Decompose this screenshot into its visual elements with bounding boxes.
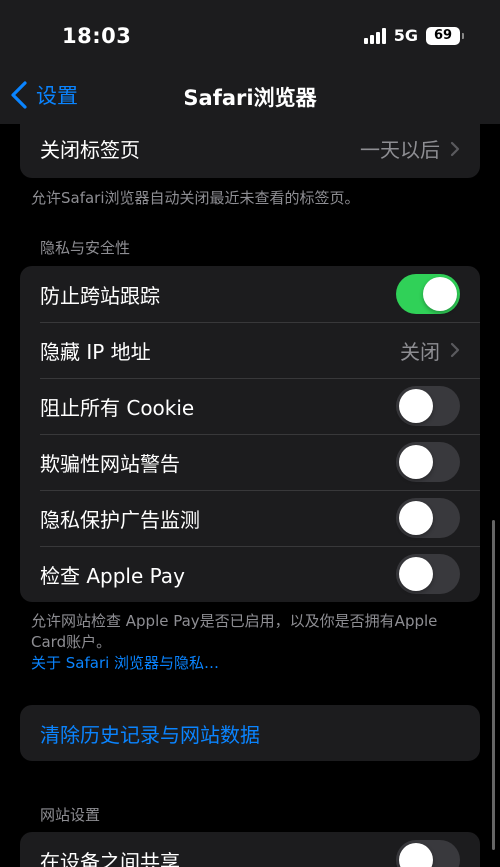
ad-measurement-row: 隐私保护广告监测 (20, 490, 480, 546)
apple-pay-toggle[interactable] (396, 554, 460, 594)
fraud-warning-row: 欺骗性网站警告 (20, 434, 480, 490)
privacy-footnote: 允许网站检查 Apple Pay是否已启用，以及你是否拥有Apple Card账… (31, 611, 461, 674)
prevent-tracking-toggle[interactable] (396, 274, 460, 314)
website-settings-group: 在设备之间共享 (20, 832, 480, 867)
navigation-header: 18:03 5G 69 设置 Safari浏览器 (0, 0, 500, 124)
prevent-tracking-row: 防止跨站跟踪 (20, 266, 480, 322)
hide-ip-label: 隐藏 IP 地址 (40, 339, 151, 364)
hide-ip-row[interactable]: 隐藏 IP 地址 关闭 (20, 322, 480, 378)
chevron-right-icon (450, 141, 460, 156)
battery-icon: 69 (426, 26, 464, 45)
privacy-settings-group: 防止跨站跟踪 隐藏 IP 地址 关闭 阻止所有 Cookie 欺骗性网站警告 隐… (20, 266, 480, 602)
fraud-warning-toggle[interactable] (396, 442, 460, 482)
apple-pay-row: 检查 Apple Pay (20, 546, 480, 602)
network-type: 5G (393, 26, 418, 45)
close-tabs-value: 一天以后 (360, 138, 440, 162)
status-time: 18:03 (62, 24, 132, 48)
fraud-warning-label: 欺骗性网站警告 (40, 451, 180, 476)
share-devices-label: 在设备之间共享 (40, 849, 180, 867)
hide-ip-value: 关闭 (400, 339, 440, 364)
privacy-section-header: 隐私与安全性 (40, 239, 131, 257)
ad-measurement-toggle[interactable] (396, 498, 460, 538)
scrollbar[interactable] (492, 520, 495, 850)
ad-measurement-label: 隐私保护广告监测 (40, 507, 200, 532)
battery-level: 69 (433, 28, 453, 43)
privacy-info-link[interactable]: 关于 Safari 浏览器与隐私… (31, 653, 461, 674)
clear-history-label: 清除历史记录与网站数据 (40, 722, 260, 747)
tabs-footnote: 允许Safari浏览器自动关闭最近未查看的标签页。 (31, 189, 360, 207)
block-cookies-toggle[interactable] (396, 386, 460, 426)
cellular-signal-icon (363, 27, 386, 44)
website-settings-header: 网站设置 (40, 806, 101, 824)
block-cookies-row: 阻止所有 Cookie (20, 378, 480, 434)
block-cookies-label: 阻止所有 Cookie (40, 395, 195, 420)
clear-history-group: 清除历史记录与网站数据 (20, 705, 480, 761)
close-tabs-label: 关闭标签页 (40, 138, 140, 162)
clear-history-button[interactable]: 清除历史记录与网站数据 (20, 705, 480, 761)
share-devices-toggle[interactable] (396, 840, 460, 867)
page-title: Safari浏览器 (183, 86, 317, 110)
chevron-right-icon (450, 342, 460, 358)
share-devices-row: 在设备之间共享 (20, 832, 480, 867)
prevent-tracking-label: 防止跨站跟踪 (40, 283, 160, 308)
status-indicators: 5G 69 (363, 26, 464, 45)
apple-pay-label: 检查 Apple Pay (40, 563, 185, 588)
privacy-footnote-text: 允许网站检查 Apple Pay是否已启用，以及你是否拥有Apple Card账… (31, 612, 438, 651)
